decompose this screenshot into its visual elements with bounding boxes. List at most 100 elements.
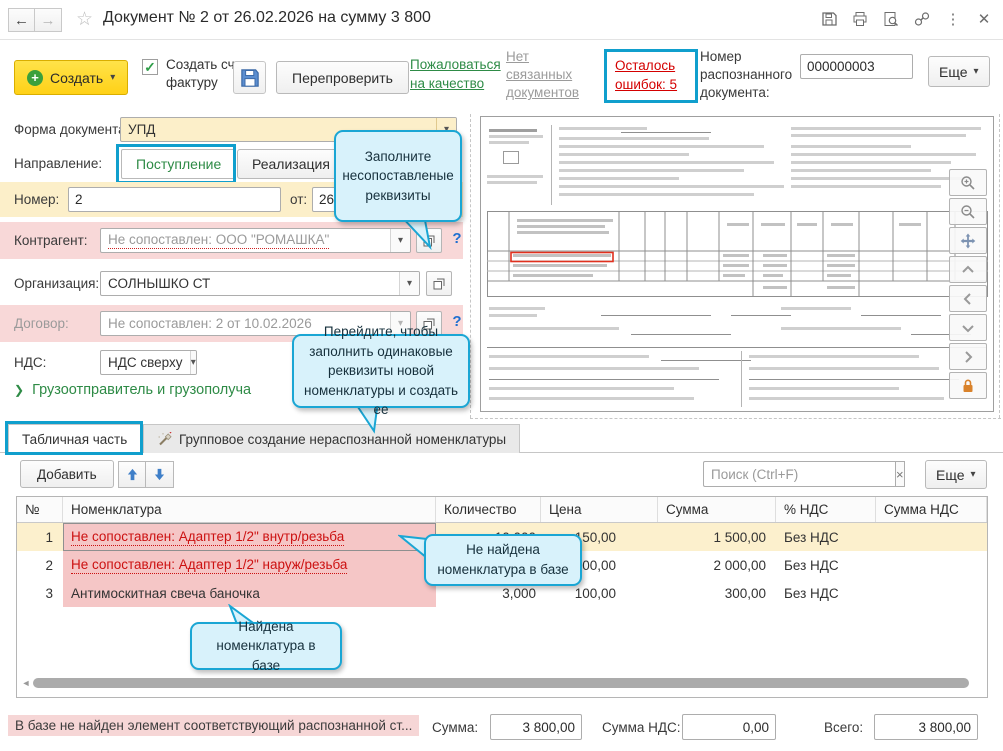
splitter-horizontal[interactable] [470,418,1001,419]
create-button[interactable]: + Создать ▾ [14,60,128,95]
callout-goto-group: Перейдите, чтобы заполнить одинаковые ре… [292,334,470,408]
more-button-top[interactable]: Еще ▾ [928,56,990,87]
counterparty-label: Контрагент: [14,233,88,248]
more-label: Еще [936,467,965,483]
col-header-qty[interactable]: Количество [436,497,541,522]
arrow-up-icon [126,468,139,481]
scrollbar-thumb[interactable] [33,678,969,688]
row-name-cell[interactable]: Не сопоставлен: Адаптер 1/2" внутр/резьб… [63,523,436,551]
search-clear-icon[interactable]: × [895,461,905,487]
vat-total-input[interactable] [682,714,776,740]
more-button-table[interactable]: Еще ▾ [925,460,987,489]
favorite-star-icon[interactable]: ☆ [76,8,93,31]
tab-table-part[interactable]: Табличная часть [8,424,141,453]
print-icon[interactable] [851,10,869,28]
row-num: 1 [17,523,63,551]
org-field[interactable]: СОЛНЫШКО СТ ▾ [100,271,420,296]
recheck-button[interactable]: Перепроверить [276,61,409,94]
search-input[interactable] [703,461,895,487]
preview-scroll-up-button[interactable] [949,256,987,283]
items-table: № Номенклатура Количество Цена Сумма % Н… [16,496,988,698]
move-icon [960,233,976,249]
col-header-sum[interactable]: Сумма [658,497,776,522]
col-header-vat[interactable]: % НДС [776,497,876,522]
move-row-up-button[interactable] [118,461,146,488]
direction-incoming-button[interactable]: Поступление [121,149,236,179]
chevron-down-icon[interactable]: ▾ [190,351,196,374]
tab-table-part-label: Табличная часть [22,432,127,447]
callout-text: Найдена номенклатура в базе [202,617,330,676]
chevron-left-icon [962,292,974,306]
more-label: Еще [939,64,968,80]
preview-scroll-right-button[interactable] [949,343,987,370]
scroll-left-icon[interactable]: ◄ [19,678,33,688]
preview-pan-button[interactable] [949,227,987,254]
save-icon[interactable] [820,10,838,28]
row-name-cell[interactable]: Антимоскитная свеча баночка [63,579,436,607]
add-row-button[interactable]: Добавить [20,460,114,488]
tab-group-create[interactable]: Групповое создание нераспознанной номенк… [143,424,520,453]
row-sum: 2 000,00 [658,551,776,579]
vat-select[interactable]: НДС сверху ▾ [100,350,197,375]
shipper-expand-link[interactable]: ❯ Грузоотправитель и грузополуча [14,382,251,398]
number-label: Номер: [14,192,59,207]
vat-sum-label: Сумма НДС: [602,720,681,735]
page-title: Документ № 2 от 26.02.2026 на сумму 3 80… [103,9,431,27]
close-icon[interactable]: ✕ [975,10,993,28]
open-form-icon [433,278,445,290]
number-input[interactable] [68,187,281,212]
counterparty-field[interactable]: Не сопоставлен: ООО "РОМАШКА" ▾ [100,228,411,253]
plus-icon: + [27,70,43,86]
row-vat-sum [876,523,987,551]
col-header-vatsum[interactable]: Сумма НДС [876,497,987,522]
row-name-cell[interactable]: Не сопоставлен: Адаптер 1/2" наруж/резьб… [63,551,436,579]
row-vat-sum [876,551,987,579]
preview-scroll-left-button[interactable] [949,285,987,312]
recognized-number-input[interactable] [800,54,913,79]
preview-zoom-in-button[interactable] [949,169,987,196]
save-document-button[interactable] [233,61,266,94]
move-row-down-button[interactable] [146,461,174,488]
org-open-button[interactable] [426,271,452,296]
back-button[interactable]: ← [8,8,35,32]
tab-group-create-label: Групповое создание нераспознанной номенк… [179,432,506,447]
create-button-label: Создать [50,70,103,86]
grand-total-input[interactable] [874,714,978,740]
complain-quality-link[interactable]: Пожаловаться на качество [410,56,514,94]
menu-kebab-icon[interactable]: ⋮ [944,10,962,28]
errors-left-link[interactable]: Осталось ошибок: 5 [615,57,687,95]
row-name-unmatched: Не сопоставлен: Адаптер 1/2" внутр/резьб… [71,529,344,546]
row-vat-rate: Без НДС [776,551,876,579]
forward-button[interactable]: → [35,8,62,32]
incoming-label: Поступление [136,156,221,172]
get-link-icon[interactable] [913,10,931,28]
row-name-matched: Антимоскитная свеча баночка [71,586,260,601]
forward-icon: → [41,12,56,29]
add-row-label: Добавить [37,467,97,482]
floppy-icon [240,68,260,88]
preview-icon[interactable] [882,10,900,28]
row-name-unmatched: Не сопоставлен: Адаптер 1/2" наруж/резьб… [71,557,347,574]
callout-text: Не найдена номенклатура в базе [436,540,570,579]
counterparty-value: Не сопоставлен: ООО "РОМАШКА" [108,232,329,249]
horizontal-scrollbar[interactable]: ◄ [19,677,985,689]
col-header-num[interactable]: № [17,497,63,522]
row-num: 2 [17,551,63,579]
checkbox-check-icon: ✓ [142,59,158,75]
no-linked-documents-link[interactable]: Нет связанных документов [506,48,594,103]
sum-label: Сумма: [432,720,478,735]
preview-lock-button[interactable] [949,372,987,399]
magic-wand-icon [157,432,172,447]
splitter-vertical[interactable] [470,114,471,418]
document-preview[interactable] [480,116,994,412]
counterparty-help-icon[interactable]: ? [449,230,465,247]
preview-zoom-out-button[interactable] [949,198,987,225]
col-header-price[interactable]: Цена [541,497,658,522]
chevron-down-icon[interactable]: ▾ [399,272,419,295]
col-header-name[interactable]: Номенклатура [63,497,436,522]
chevron-down-icon: ▾ [974,66,979,77]
command-bar: + Создать ▾ ✓ Создать счет-фактуру Переп… [0,41,1003,113]
direction-outgoing-button[interactable]: Реализация [237,149,345,179]
preview-scroll-down-button[interactable] [949,314,987,341]
sum-total-input[interactable] [490,714,582,740]
